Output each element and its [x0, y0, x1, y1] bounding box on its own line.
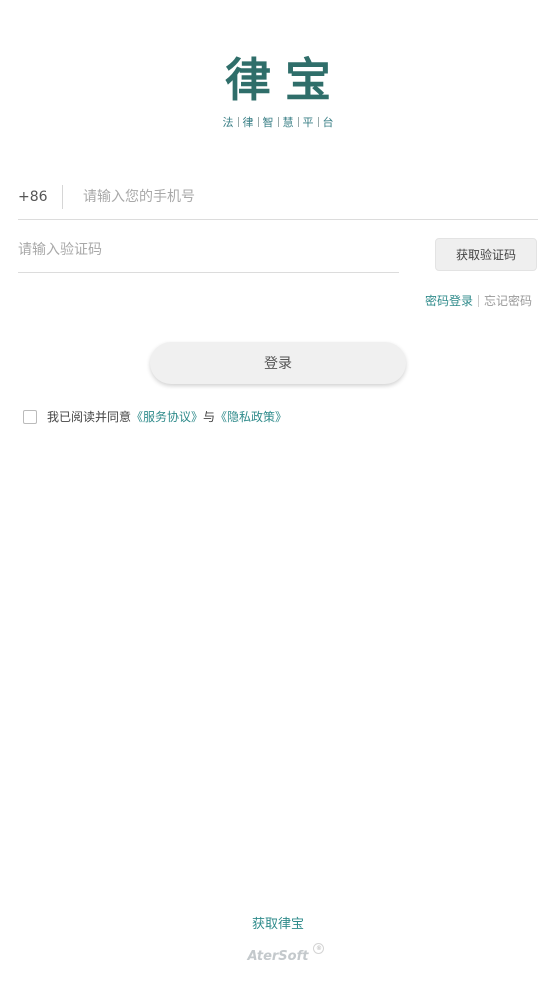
login-options: 密码登录 忘记密码 — [425, 292, 532, 309]
logo-subtitle-char: 律 — [242, 116, 254, 129]
agreement-prefix: 我已阅读并同意 — [47, 410, 132, 424]
get-app-label[interactable]: 获取律宝 — [252, 917, 304, 932]
registered-icon: ® — [313, 943, 325, 954]
phone-input[interactable] — [83, 181, 483, 212]
phone-row: +86 — [18, 174, 538, 220]
privacy-policy-link[interactable]: 《隐私政策》 — [215, 408, 287, 425]
get-app-link: 获取律宝 — [0, 913, 556, 932]
logo-subtitle-char: 平 — [302, 116, 314, 129]
verification-code-input[interactable] — [18, 235, 378, 265]
logo-title: 律宝 — [225, 53, 345, 107]
logo-subtitle-char: 台 — [322, 116, 334, 129]
phone-divider — [62, 184, 63, 209]
agreement-and: 与 — [203, 410, 216, 424]
brand-logo: AterSoft ® — [247, 943, 325, 964]
login-button[interactable]: 登录 — [150, 342, 406, 384]
service-agreement-link[interactable]: 《服务协议》 — [131, 408, 203, 425]
brand-footer: AterSoft ® — [0, 943, 556, 964]
links-divider — [477, 294, 479, 307]
agreement-row: 我已阅读并同意 《服务协议》 与 《隐私政策》 — [23, 408, 287, 425]
get-code-button[interactable]: 获取验证码 — [435, 238, 537, 271]
logo-subtitle-char: 智 — [262, 116, 274, 129]
logo-subtitle-char: 法 — [222, 116, 234, 129]
password-login-link[interactable]: 密码登录 — [425, 292, 473, 309]
forgot-password-link[interactable]: 忘记密码 — [484, 292, 532, 309]
brand-name: AterSoft — [247, 949, 309, 964]
code-row — [18, 228, 399, 273]
logo-subtitle: 法 律 智 慧 平 台 — [0, 114, 556, 130]
country-code-selector[interactable]: +86 — [18, 189, 62, 205]
app-logo: 律宝 法 律 智 慧 平 台 — [0, 52, 556, 130]
agreement-checkbox[interactable] — [23, 409, 37, 424]
logo-subtitle-char: 慧 — [282, 116, 294, 129]
